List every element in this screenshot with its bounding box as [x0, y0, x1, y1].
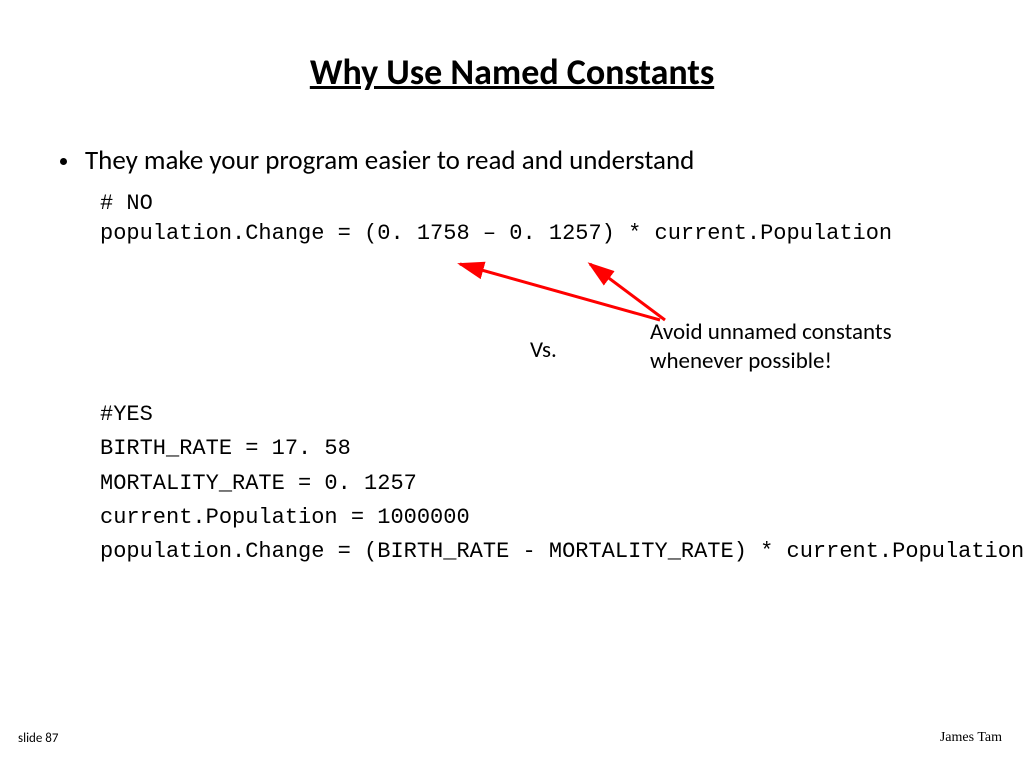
yes-code-block: #YES BIRTH_RATE = 17. 58 MORTALITY_RATE … — [100, 398, 984, 568]
callout-line-2: whenever possible! — [650, 347, 892, 376]
yes-line-4: current.Population = 1000000 — [100, 505, 470, 530]
vs-label: Vs. — [530, 336, 557, 364]
callout-text: Avoid unnamed constants whenever possibl… — [650, 318, 892, 376]
vs-row: Vs. Avoid unnamed constants whenever pos… — [40, 258, 984, 368]
slide: Why Use Named Constants They make your p… — [0, 0, 1024, 768]
arrows-svg — [40, 258, 740, 378]
author-name: James Tam — [940, 730, 1002, 746]
yes-line-1: #YES — [100, 402, 153, 427]
no-line-1: # NO — [100, 191, 153, 216]
yes-line-3: MORTALITY_RATE = 0. 1257 — [100, 471, 417, 496]
bullet-text: They make your program easier to read an… — [85, 144, 694, 177]
callout-line-1: Avoid unnamed constants — [650, 318, 892, 347]
slide-number: slide 87 — [18, 731, 58, 746]
no-code-block: # NO population.Change = (0. 1758 – 0. 1… — [100, 189, 984, 248]
no-line-2: population.Change = (0. 1758 – 0. 1257) … — [100, 221, 892, 246]
yes-line-2: BIRTH_RATE = 17. 58 — [100, 436, 351, 461]
yes-line-5: population.Change = (BIRTH_RATE - MORTAL… — [100, 539, 1024, 564]
bullet-item: They make your program easier to read an… — [60, 144, 984, 177]
slide-title: Why Use Named Constants — [40, 50, 984, 94]
bullet-icon — [60, 158, 67, 165]
